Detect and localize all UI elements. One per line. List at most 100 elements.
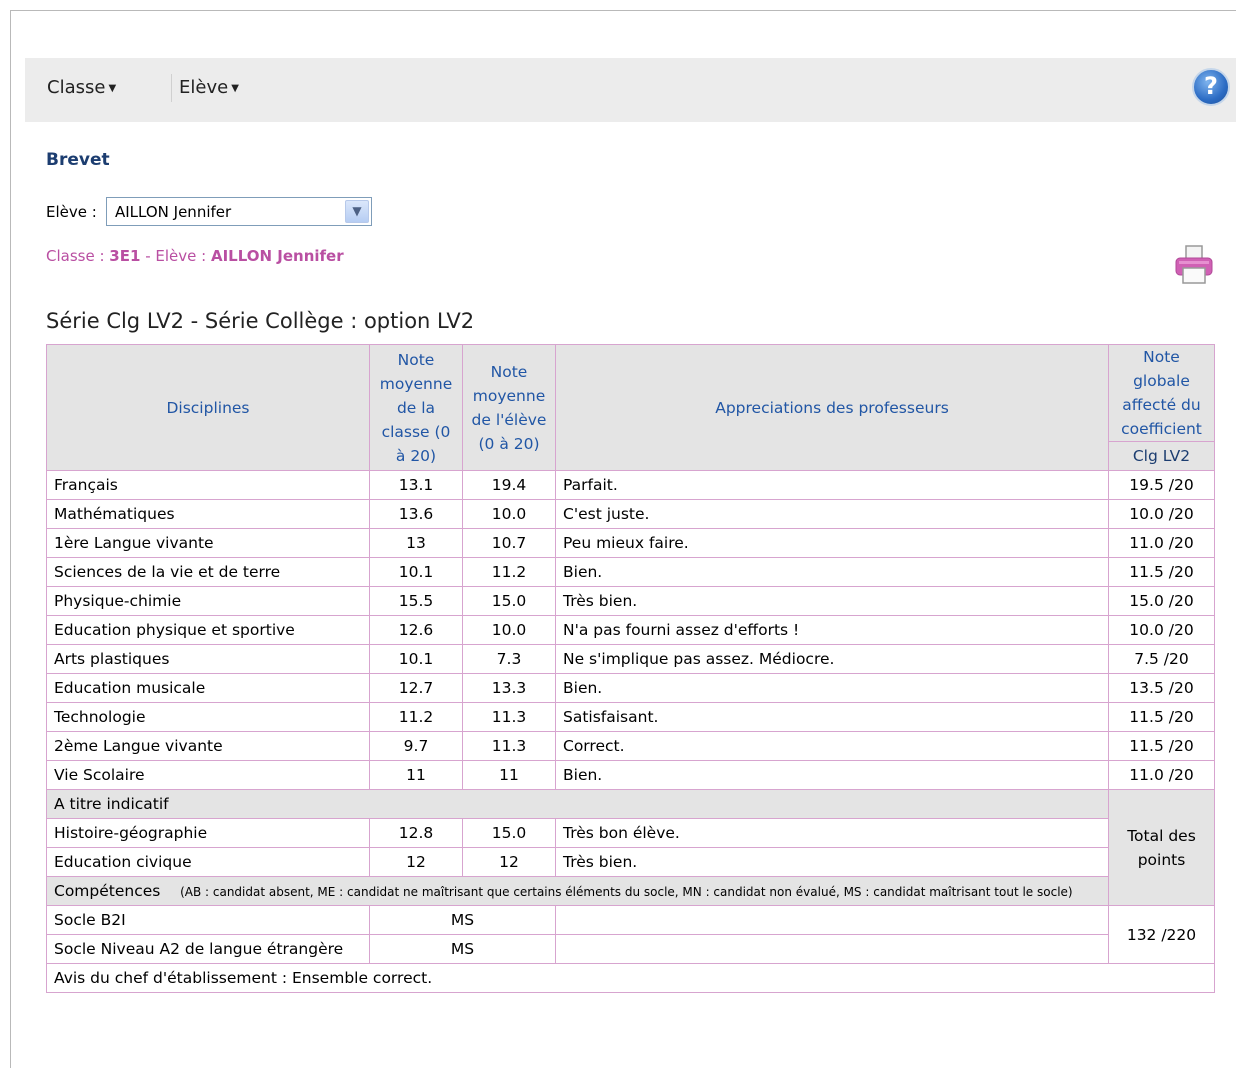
moyenne-eleve-cell: 11.3 [462, 731, 556, 761]
note-globale-cell: 19.5 /20 [1108, 470, 1215, 500]
note-globale-cell: 7.5 /20 [1108, 644, 1215, 674]
moyenne-eleve-cell: 10.0 [462, 499, 556, 529]
note-globale-cell: 11.5 /20 [1108, 731, 1215, 761]
moyenne-eleve-cell: 15.0 [462, 818, 556, 848]
menu-bar: Classe ▼ Elève ▼ [25, 58, 1236, 122]
socle-name-cell: Socle B2I [46, 905, 370, 935]
moyenne-classe-cell: 10.1 [369, 644, 463, 674]
moyenne-eleve-cell: 19.4 [462, 470, 556, 500]
appreciation-cell: Parfait. [555, 470, 1109, 500]
page-title: Brevet [46, 150, 110, 170]
moyenne-classe-cell: 11.2 [369, 702, 463, 732]
moyenne-classe-cell: 12.6 [369, 615, 463, 645]
discipline-cell: 1ère Langue vivante [46, 528, 370, 558]
eleve-value: AILLON Jennifer [210, 247, 344, 265]
avis-cell: Avis du chef d'établissement : Ensemble … [46, 963, 1215, 993]
moyenne-classe-cell: 13.1 [369, 470, 463, 500]
competences-row: Compétences (AB : candidat absent, ME : … [46, 876, 1215, 906]
classe-eleve-line: Classe : 3E1 - Elève : AILLON Jennifer [46, 247, 344, 265]
menu-separator [171, 74, 172, 102]
header-disciplines: Disciplines [46, 344, 370, 471]
serie-title: Série Clg LV2 - Série Collège : option L… [46, 309, 475, 333]
table-row: 2ème Langue vivante 9.7 11.3 Correct. 11… [46, 731, 1215, 761]
table-row: Mathématiques 13.6 10.0 C'est juste. 10.… [46, 499, 1215, 529]
classe-value: 3E1 [109, 247, 141, 265]
appreciation-cell: Satisfaisant. [555, 702, 1109, 732]
menu-eleve-label: Elève [179, 77, 229, 98]
brevet-table: Disciplines Note moyenne de la classe (0… [46, 344, 1215, 993]
moyenne-classe-cell: 11 [369, 760, 463, 790]
moyenne-classe-cell: 12.7 [369, 673, 463, 703]
indicatif-label: A titre indicatif [46, 789, 1109, 819]
note-globale-cell: 10.0 /20 [1108, 499, 1215, 529]
moyenne-classe-cell: 13 [369, 528, 463, 558]
header-appreciations: Appreciations des professeurs [555, 344, 1109, 471]
table-row: 1ère Langue vivante 13 10.7 Peu mieux fa… [46, 528, 1215, 558]
discipline-cell: Arts plastiques [46, 644, 370, 674]
note-globale-cell: 11.0 /20 [1108, 760, 1215, 790]
table-row: Vie Scolaire 11 11 Bien. 11.0 /20 [46, 760, 1215, 790]
competences-legend: (AB : candidat absent, ME : candidat ne … [180, 884, 1073, 899]
caret-down-icon: ▼ [231, 83, 239, 94]
moyenne-classe-cell: 9.7 [369, 731, 463, 761]
table-row: Physique-chimie 15.5 15.0 Très bien. 15.… [46, 586, 1215, 616]
discipline-cell: Physique-chimie [46, 586, 370, 616]
classe-prefix: Classe : [46, 247, 105, 265]
discipline-cell: Français [46, 470, 370, 500]
table-row: Sciences de la vie et de terre 10.1 11.2… [46, 557, 1215, 587]
eleve-field-label: Elève : [46, 203, 97, 221]
discipline-cell: Technologie [46, 702, 370, 732]
moyenne-classe-cell: 10.1 [369, 557, 463, 587]
socle-row: Socle B2I MS 132 /220 [46, 905, 1215, 964]
table-row: Education musicale 12.7 13.3 Bien. 13.5 … [46, 673, 1215, 703]
appreciation-cell: Ne s'implique pas assez. Médiocre. [555, 644, 1109, 674]
appreciation-cell: Bien. [555, 760, 1109, 790]
chevron-down-icon[interactable]: ▼ [345, 200, 369, 223]
menu-eleve[interactable]: Elève ▼ [179, 58, 239, 122]
print-icon[interactable] [1172, 243, 1216, 287]
appreciation-cell: C'est juste. [555, 499, 1109, 529]
appreciation-cell: Très bien. [555, 586, 1109, 616]
note-globale-cell: 11.0 /20 [1108, 528, 1215, 558]
discipline-cell: Vie Scolaire [46, 760, 370, 790]
appreciation-cell: Très bien. [555, 847, 1109, 877]
note-globale-cell: 11.5 /20 [1108, 557, 1215, 587]
competences-label: Compétences [54, 881, 161, 900]
discipline-cell: Education musicale [46, 673, 370, 703]
moyenne-eleve-cell: 10.7 [462, 528, 556, 558]
indicatif-header-row: A titre indicatif Total des points [46, 789, 1215, 906]
moyenne-eleve-cell: 7.3 [462, 644, 556, 674]
socle-empty-cell [555, 934, 1109, 964]
menu-classe-label: Classe [47, 77, 106, 98]
competences-cell: Compétences (AB : candidat absent, ME : … [46, 876, 1109, 906]
header-moyenne-classe: Note moyenne de la classe (0 à 20) [369, 344, 463, 471]
appreciation-cell: Très bon élève. [555, 818, 1109, 848]
table-row: Technologie 11.2 11.3 Satisfaisant. 11.5… [46, 702, 1215, 732]
eleve-select[interactable]: AILLON Jennifer ▼ [106, 197, 372, 226]
moyenne-classe-cell: 15.5 [369, 586, 463, 616]
appreciation-cell: Bien. [555, 673, 1109, 703]
avis-row: Avis du chef d'établissement : Ensemble … [46, 963, 1215, 993]
table-row: Arts plastiques 10.1 7.3 Ne s'implique p… [46, 644, 1215, 674]
socle-name-cell: Socle Niveau A2 de langue étrangère [46, 934, 370, 964]
appreciation-cell: Correct. [555, 731, 1109, 761]
total-points-value: 132 /220 [1108, 905, 1215, 964]
menu-classe[interactable]: Classe ▼ [47, 58, 116, 122]
window-frame-top [10, 10, 1236, 11]
socle-empty-cell [555, 905, 1109, 935]
header-serie-code: Clg LV2 [1108, 441, 1215, 471]
eleve-select-value: AILLON Jennifer [115, 203, 232, 221]
help-icon[interactable]: ? [1192, 68, 1230, 106]
eleve-prefix: - Elève : [145, 247, 207, 265]
moyenne-eleve-cell: 15.0 [462, 586, 556, 616]
moyenne-classe-cell: 12 [369, 847, 463, 877]
note-globale-cell: 10.0 /20 [1108, 615, 1215, 645]
appreciation-cell: Bien. [555, 557, 1109, 587]
socle-value-cell: MS [369, 934, 556, 964]
note-globale-cell: 11.5 /20 [1108, 702, 1215, 732]
table-row: Education physique et sportive 12.6 10.0… [46, 615, 1215, 645]
header-moyenne-eleve: Note moyenne de l'élève (0 à 20) [462, 344, 556, 471]
discipline-cell: Education physique et sportive [46, 615, 370, 645]
moyenne-classe-cell: 13.6 [369, 499, 463, 529]
moyenne-eleve-cell: 11 [462, 760, 556, 790]
